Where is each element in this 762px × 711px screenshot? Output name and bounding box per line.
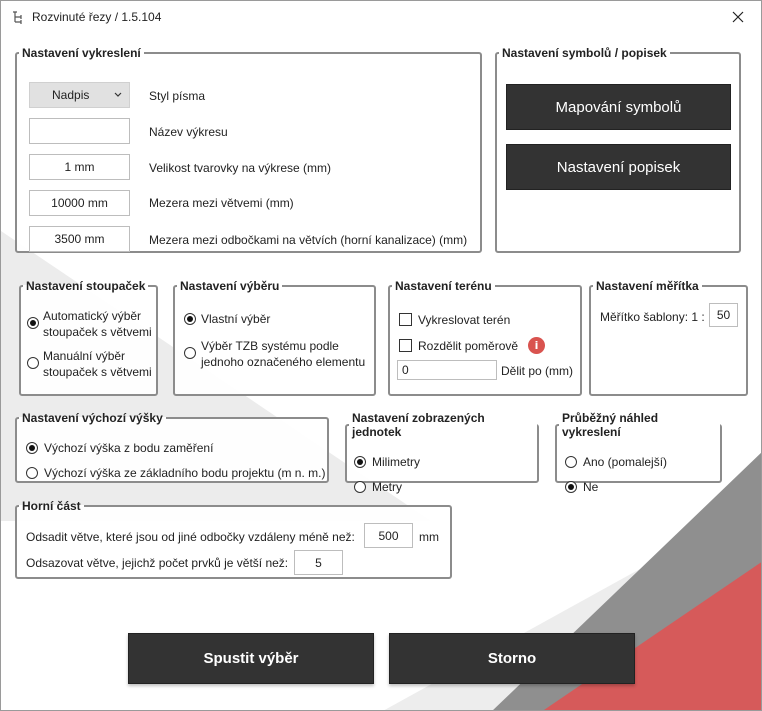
count-label: Odsazovat větve, jejichž počet prvků je … <box>26 556 289 570</box>
selection-legend: Nastavení výběru <box>180 279 280 293</box>
offset-label: Odsadit větve, které jsou od jiné odbočk… <box>26 530 355 544</box>
offset-unit: mm <box>419 530 439 544</box>
units-m-label: Metry <box>372 480 402 494</box>
risers-group: Nastavení stoupaček Automatický výběr st… <box>19 279 158 396</box>
terrain-legend: Nastavení terénu <box>395 279 492 293</box>
drawing-name-input[interactable] <box>29 118 130 144</box>
risers-legend: Nastavení stoupaček <box>26 279 146 293</box>
count-input[interactable] <box>294 550 343 575</box>
branch-gap-input[interactable] <box>29 190 130 216</box>
risers-auto-label: Automatický výběr stoupaček s větvemi <box>43 309 152 339</box>
preview-no-radio[interactable] <box>565 481 577 493</box>
drawing-settings-legend: Nastavení vykreslení <box>22 46 141 60</box>
run-selection-button[interactable]: Spustit výběr <box>128 633 374 684</box>
units-group: Nastavení zobrazených jednotek Milimetry… <box>345 411 539 494</box>
selection-group: Nastavení výběru Vlastní výběr Výběr TZB… <box>173 279 376 396</box>
fitting-size-label: Velikost tvarovky na výkrese (mm) <box>149 161 332 175</box>
risers-manual-label: Manuální výběr stoupaček s větvemi <box>43 349 152 379</box>
height-base-radio[interactable] <box>26 467 38 479</box>
fitting-size-input[interactable] <box>29 154 130 180</box>
symbol-settings-legend: Nastavení symbolů / popisek <box>502 46 667 60</box>
info-icon[interactable]: i <box>528 337 545 354</box>
app-tree-icon <box>13 11 22 24</box>
preview-yes-label: Ano (pomalejší) <box>583 455 668 469</box>
default-height-legend: Nastavení výchozí výšky <box>22 411 163 425</box>
draw-terrain-checkbox[interactable] <box>399 313 412 326</box>
window-title: Rozvinuté řezy / 1.5.104 <box>32 10 162 24</box>
scale-legend: Nastavení měřítka <box>596 279 699 293</box>
drawing-settings-group: Nastavení vykreslení Nadpis Styl písma N… <box>15 46 482 253</box>
offset-input[interactable] <box>364 523 413 548</box>
symbol-settings-group: Nastavení symbolů / popisek Mapování sym… <box>495 46 741 253</box>
units-mm-radio[interactable] <box>354 456 366 468</box>
selection-custom-radio[interactable] <box>184 313 196 325</box>
font-style-combo[interactable]: Nadpis <box>29 82 130 108</box>
cancel-button[interactable]: Storno <box>389 633 635 684</box>
height-base-label: Výchozí výška ze základního bodu projekt… <box>44 466 326 480</box>
risers-manual-radio[interactable] <box>27 357 39 369</box>
top-part-group: Horní část Odsadit větve, které jsou od … <box>15 499 452 579</box>
preview-yes-radio[interactable] <box>565 456 577 468</box>
preview-legend: Průběžný náhled vykreslení <box>562 411 659 439</box>
title-bar: Rozvinuté řezy / 1.5.104 <box>1 1 761 33</box>
branch-gap-label: Mezera mezi větvemi (mm) <box>149 196 294 210</box>
selection-custom-label: Vlastní výběr <box>201 312 271 326</box>
font-style-label: Styl písma <box>149 89 206 103</box>
close-button[interactable] <box>715 1 761 33</box>
scale-group: Nastavení měřítka Měřítko šablony: 1 : <box>589 279 748 396</box>
split-ratio-label: Rozdělit poměrově <box>418 339 519 353</box>
units-mm-label: Milimetry <box>372 455 420 469</box>
scale-label: Měřítko šablony: 1 : <box>600 310 705 324</box>
font-style-value: Nadpis <box>52 88 90 102</box>
preview-no-label: Ne <box>583 480 599 494</box>
height-survey-label: Výchozí výška z bodu zaměření <box>44 441 214 455</box>
drawing-name-label: Název výkresu <box>149 125 228 139</box>
top-part-legend: Horní část <box>22 499 81 513</box>
units-m-radio[interactable] <box>354 481 366 493</box>
close-icon <box>732 11 744 23</box>
dialog-window: Rozvinuté řezy / 1.5.104 Nastavení vykre… <box>0 0 762 711</box>
scale-input[interactable] <box>709 303 738 327</box>
chevron-down-icon <box>114 92 122 97</box>
default-height-group: Nastavení výchozí výšky Výchozí výška z … <box>15 411 329 483</box>
units-legend: Nastavení zobrazených jednotek <box>352 411 485 439</box>
risers-auto-radio[interactable] <box>27 317 39 329</box>
split-ratio-checkbox[interactable] <box>399 339 412 352</box>
divide-input[interactable] <box>397 360 497 380</box>
symbol-mapping-button[interactable]: Mapování symbolů <box>506 84 731 130</box>
preview-group: Průběžný náhled vykreslení Ano (pomalejš… <box>555 411 722 494</box>
label-settings-button[interactable]: Nastavení popisek <box>506 144 731 190</box>
junction-gap-label: Mezera mezi odbočkami na větvích (horní … <box>149 233 468 247</box>
draw-terrain-label: Vykreslovat terén <box>418 313 511 327</box>
height-survey-radio[interactable] <box>26 442 38 454</box>
divide-label: Dělit po (mm) <box>501 364 574 378</box>
terrain-group: Nastavení terénu Vykreslovat terén Rozdě… <box>388 279 582 396</box>
junction-gap-input[interactable] <box>29 226 130 252</box>
selection-tzb-radio[interactable] <box>184 347 196 359</box>
selection-tzb-label: Výběr TZB systému podle jednoho označené… <box>201 339 366 369</box>
